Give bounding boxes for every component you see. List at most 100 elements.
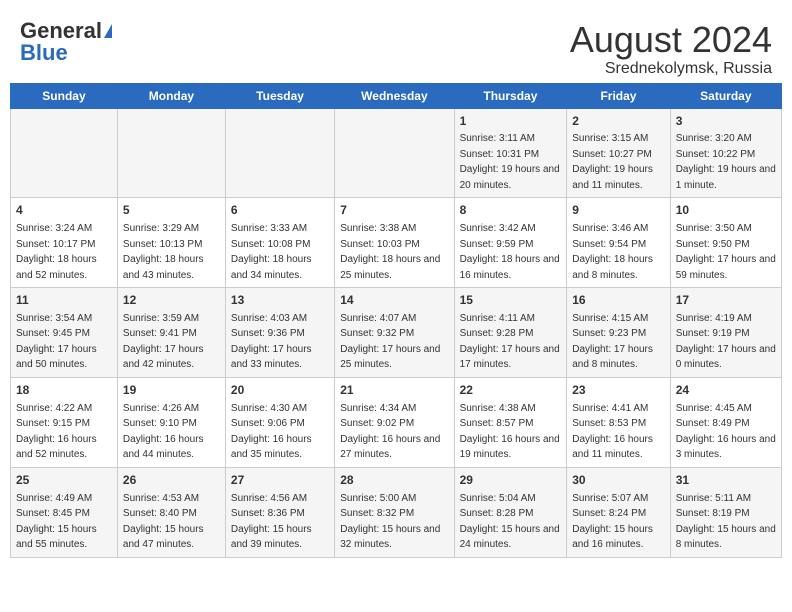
calendar-day-cell: 27 Sunrise: 4:56 AM Sunset: 8:36 PM Dayli… [225,467,334,557]
day-info: Sunrise: 3:33 AM Sunset: 10:08 PM Daylig… [231,223,312,281]
day-number: 10 [676,202,776,219]
calendar-day-cell: 7Sunrise: 3:38 AM Sunset: 10:03 PM Dayli… [335,198,454,288]
day-number: 29 [460,472,562,489]
calendar-day-cell: 12 Sunrise: 3:59 AM Sunset: 9:41 PM Dayli… [117,288,225,378]
day-number: 5 [123,202,220,219]
day-number: 20 [231,382,329,399]
day-number: 21 [340,382,448,399]
calendar-subtitle: Srednekolymsk, Russia [570,60,772,78]
day-info: Sunrise: 3:15 AM Sunset: 10:27 PM Daylig… [572,133,653,191]
calendar-day-cell [225,108,334,198]
day-info: Sunrise: 4:49 AM Sunset: 8:45 PM Dayligh… [16,493,97,551]
logo-triangle-icon [104,24,112,38]
day-info: Sunrise: 5:07 AM Sunset: 8:24 PM Dayligh… [572,493,653,551]
weekday-header: Saturday [670,83,781,108]
page-header: General Blue August 2024 Srednekolymsk, … [10,10,782,83]
day-number: 14 [340,292,448,309]
day-number: 27 [231,472,329,489]
calendar-day-cell: 5 Sunrise: 3:29 AM Sunset: 10:13 PM Dayli… [117,198,225,288]
day-number: 24 [676,382,776,399]
day-info: Sunrise: 3:59 AM Sunset: 9:41 PM Dayligh… [123,313,204,371]
day-info: Sunrise: 4:19 AM Sunset: 9:19 PM Dayligh… [676,313,776,371]
day-number: 25 [16,472,112,489]
day-number: 23 [572,382,664,399]
calendar-day-cell: 22 Sunrise: 4:38 AM Sunset: 8:57 PM Dayli… [454,377,567,467]
day-info: Sunrise: 5:04 AM Sunset: 8:28 PM Dayligh… [460,493,560,551]
day-number: 8 [460,202,562,219]
logo: General Blue [20,20,112,64]
day-info: Sunrise: 3:29 AM Sunset: 10:13 PM Daylig… [123,223,204,281]
day-info: Sunrise: 4:53 AM Sunset: 8:40 PM Dayligh… [123,493,204,551]
day-info: Sunrise: 4:07 AM Sunset: 9:32 PM Dayligh… [340,313,440,371]
calendar-day-cell: 15 Sunrise: 4:11 AM Sunset: 9:28 PM Dayli… [454,288,567,378]
calendar-day-cell: 23Sunrise: 4:41 AM Sunset: 8:53 PM Dayli… [567,377,670,467]
day-info: Sunrise: 5:00 AM Sunset: 8:32 PM Dayligh… [340,493,440,551]
day-number: 17 [676,292,776,309]
calendar-day-cell: 31 Sunrise: 5:11 AM Sunset: 8:19 PM Dayli… [670,467,781,557]
day-info: Sunrise: 4:26 AM Sunset: 9:10 PM Dayligh… [123,403,204,461]
day-number: 9 [572,202,664,219]
day-number: 22 [460,382,562,399]
calendar-day-cell: 25 Sunrise: 4:49 AM Sunset: 8:45 PM Dayli… [11,467,118,557]
calendar-day-cell: 13Sunrise: 4:03 AM Sunset: 9:36 PM Dayli… [225,288,334,378]
day-info: Sunrise: 3:46 AM Sunset: 9:54 PM Dayligh… [572,223,653,281]
day-info: Sunrise: 3:50 AM Sunset: 9:50 PM Dayligh… [676,223,776,281]
day-info: Sunrise: 3:20 AM Sunset: 10:22 PM Daylig… [676,133,776,191]
calendar-day-cell: 29 Sunrise: 5:04 AM Sunset: 8:28 PM Dayli… [454,467,567,557]
day-info: Sunrise: 3:42 AM Sunset: 9:59 PM Dayligh… [460,223,560,281]
calendar-day-cell: 11 Sunrise: 3:54 AM Sunset: 9:45 PM Dayli… [11,288,118,378]
calendar-day-cell: 16Sunrise: 4:15 AM Sunset: 9:23 PM Dayli… [567,288,670,378]
day-info: Sunrise: 4:03 AM Sunset: 9:36 PM Dayligh… [231,313,312,371]
day-number: 7 [340,202,448,219]
title-block: August 2024 Srednekolymsk, Russia [570,20,772,78]
day-number: 31 [676,472,776,489]
calendar-title: August 2024 [570,20,772,60]
day-number: 18 [16,382,112,399]
calendar-day-cell [335,108,454,198]
calendar-day-cell: 6 Sunrise: 3:33 AM Sunset: 10:08 PM Dayli… [225,198,334,288]
day-info: Sunrise: 4:22 AM Sunset: 9:15 PM Dayligh… [16,403,97,461]
calendar-day-cell: 20 Sunrise: 4:30 AM Sunset: 9:06 PM Dayli… [225,377,334,467]
calendar-table: SundayMondayTuesdayWednesdayThursdayFrid… [10,83,782,558]
logo-blue-text: Blue [20,42,68,64]
weekday-header: Thursday [454,83,567,108]
logo-general-text: General [20,20,102,42]
day-info: Sunrise: 4:34 AM Sunset: 9:02 PM Dayligh… [340,403,440,461]
calendar-day-cell: 28 Sunrise: 5:00 AM Sunset: 8:32 PM Dayli… [335,467,454,557]
calendar-week-row: 1Sunrise: 3:11 AM Sunset: 10:31 PM Dayli… [11,108,782,198]
calendar-day-cell: 9 Sunrise: 3:46 AM Sunset: 9:54 PM Daylig… [567,198,670,288]
calendar-day-cell [11,108,118,198]
calendar-day-cell [117,108,225,198]
day-number: 30 [572,472,664,489]
day-number: 15 [460,292,562,309]
day-info: Sunrise: 4:30 AM Sunset: 9:06 PM Dayligh… [231,403,312,461]
day-info: Sunrise: 4:56 AM Sunset: 8:36 PM Dayligh… [231,493,312,551]
calendar-week-row: 18 Sunrise: 4:22 AM Sunset: 9:15 PM Dayli… [11,377,782,467]
day-number: 19 [123,382,220,399]
day-number: 28 [340,472,448,489]
calendar-day-cell: 17 Sunrise: 4:19 AM Sunset: 9:19 PM Dayli… [670,288,781,378]
day-number: 16 [572,292,664,309]
weekday-header: Friday [567,83,670,108]
weekday-header: Monday [117,83,225,108]
day-info: Sunrise: 4:38 AM Sunset: 8:57 PM Dayligh… [460,403,560,461]
day-number: 11 [16,292,112,309]
calendar-day-cell: 4 Sunrise: 3:24 AM Sunset: 10:17 PM Dayli… [11,198,118,288]
calendar-week-row: 25 Sunrise: 4:49 AM Sunset: 8:45 PM Dayli… [11,467,782,557]
day-info: Sunrise: 3:11 AM Sunset: 10:31 PM Daylig… [460,133,560,191]
weekday-header: Wednesday [335,83,454,108]
weekday-header-row: SundayMondayTuesdayWednesdayThursdayFrid… [11,83,782,108]
day-number: 4 [16,202,112,219]
day-info: Sunrise: 3:54 AM Sunset: 9:45 PM Dayligh… [16,313,97,371]
calendar-week-row: 11 Sunrise: 3:54 AM Sunset: 9:45 PM Dayli… [11,288,782,378]
calendar-day-cell: 26Sunrise: 4:53 AM Sunset: 8:40 PM Dayli… [117,467,225,557]
calendar-day-cell: 2Sunrise: 3:15 AM Sunset: 10:27 PM Dayli… [567,108,670,198]
day-info: Sunrise: 4:11 AM Sunset: 9:28 PM Dayligh… [460,313,560,371]
day-number: 6 [231,202,329,219]
calendar-day-cell: 30 Sunrise: 5:07 AM Sunset: 8:24 PM Dayli… [567,467,670,557]
day-info: Sunrise: 4:45 AM Sunset: 8:49 PM Dayligh… [676,403,776,461]
day-info: Sunrise: 3:24 AM Sunset: 10:17 PM Daylig… [16,223,97,281]
day-info: Sunrise: 5:11 AM Sunset: 8:19 PM Dayligh… [676,493,776,551]
day-number: 12 [123,292,220,309]
calendar-day-cell: 8 Sunrise: 3:42 AM Sunset: 9:59 PM Daylig… [454,198,567,288]
